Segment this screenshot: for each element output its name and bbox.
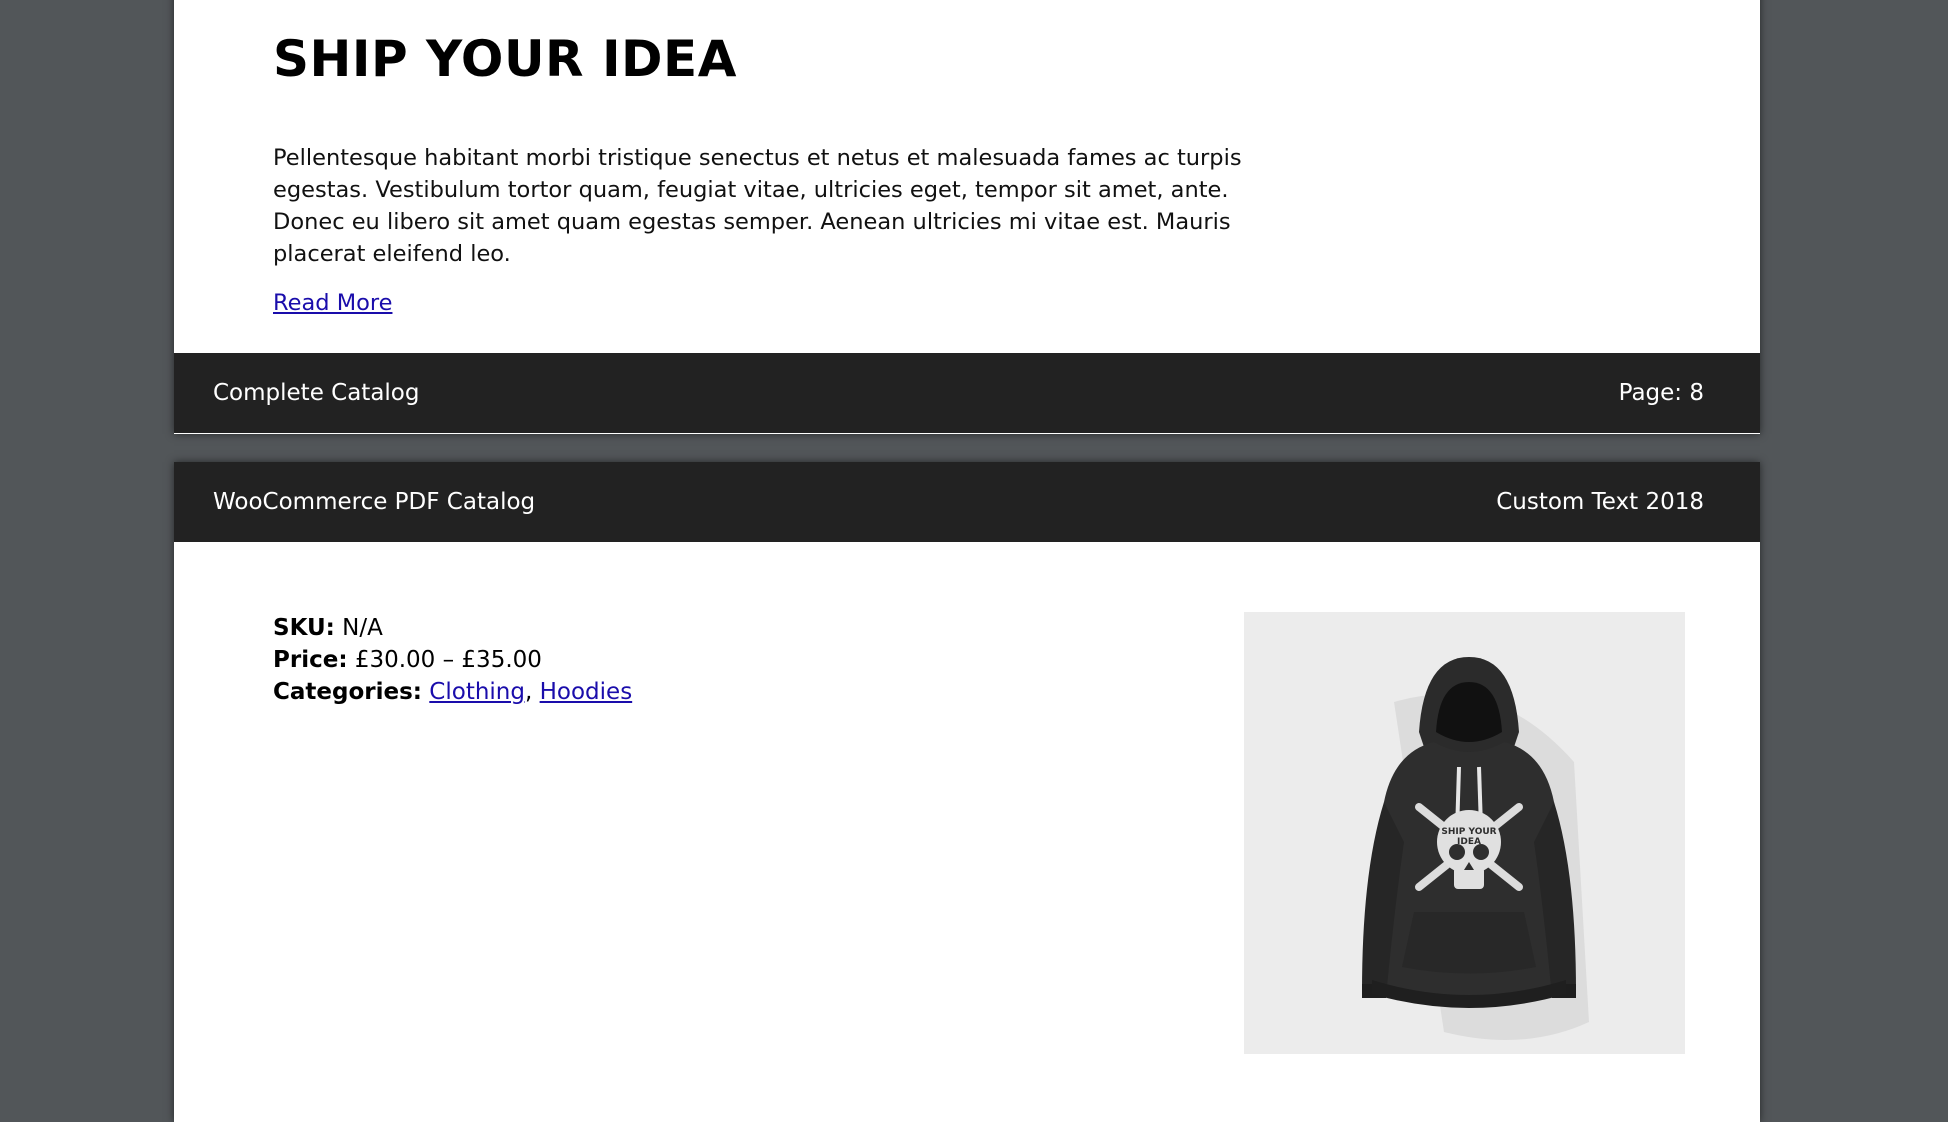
svg-text:IDEA: IDEA xyxy=(1457,837,1481,847)
category-link-clothing[interactable]: Clothing xyxy=(429,679,525,705)
sku-label: SKU: xyxy=(273,615,335,641)
catalog-page-9: WooCommerce PDF Catalog Custom Text 2018… xyxy=(174,462,1760,1122)
page-number: Page: 8 xyxy=(1618,380,1704,406)
product-title: SHIP YOUR IDEA xyxy=(273,30,737,88)
sku-row: SKU: N/A xyxy=(273,612,632,644)
svg-text:SHIP YOUR: SHIP YOUR xyxy=(1441,827,1496,837)
product-meta: SKU: N/A Price: £30.00 – £35.00 Categori… xyxy=(273,612,632,708)
sku-value: N/A xyxy=(342,615,383,641)
header-left-text: WooCommerce PDF Catalog xyxy=(213,489,536,515)
category-link-hoodies[interactable]: Hoodies xyxy=(540,679,633,705)
read-more-link[interactable]: Read More xyxy=(273,290,392,316)
header-right-text: Custom Text 2018 xyxy=(1496,489,1704,515)
price-value: £30.00 – £35.00 xyxy=(354,647,542,673)
catalog-page-8: SHIP YOUR IDEA Pellentesque habitant mor… xyxy=(174,0,1760,434)
price-row: Price: £30.00 – £35.00 xyxy=(273,644,632,676)
page-footer: Complete Catalog Page: 8 xyxy=(174,353,1760,433)
price-label: Price: xyxy=(273,647,348,673)
product-image[interactable]: SHIP YOUR IDEA xyxy=(1244,612,1685,1054)
category-separator: , xyxy=(524,679,533,705)
hoodie-image: SHIP YOUR IDEA xyxy=(1244,612,1685,1054)
categories-row: Categories: Clothing, Hoodies xyxy=(273,676,632,708)
page-header: WooCommerce PDF Catalog Custom Text 2018 xyxy=(174,462,1760,542)
footer-left-text: Complete Catalog xyxy=(213,380,420,406)
product-description: Pellentesque habitant morbi tristique se… xyxy=(273,145,1242,267)
categories-label: Categories: xyxy=(273,679,422,705)
